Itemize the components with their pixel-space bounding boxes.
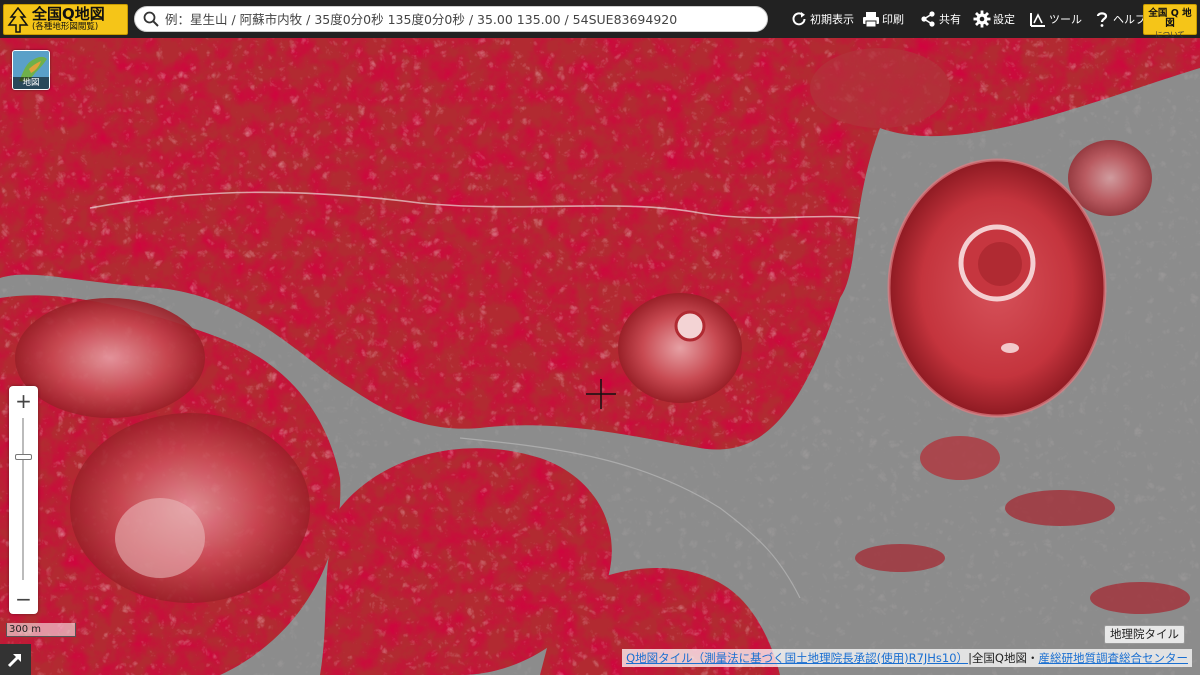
print-button[interactable]: 印刷 bbox=[862, 7, 904, 31]
tree-icon bbox=[7, 6, 29, 33]
reload-icon bbox=[792, 12, 806, 26]
attribution: Q地図タイル（測量法に基づく国土地理院長承認(使用)R7JHs10）|全国Q地図… bbox=[622, 649, 1192, 667]
about-title: 全国 Q 地図 bbox=[1148, 8, 1192, 29]
about-subtitle: について bbox=[1155, 30, 1185, 39]
toolbar: 全国Q地図 (各種地形図閲覧) 初期表示 印刷 bbox=[0, 0, 1200, 38]
attribution-separator: |全国Q地図・ bbox=[968, 651, 1039, 665]
basemap-label: 地図 bbox=[13, 77, 49, 89]
question-icon bbox=[1096, 12, 1108, 27]
about-button[interactable]: 全国 Q 地図 について bbox=[1143, 4, 1197, 38]
search-input[interactable] bbox=[165, 11, 765, 27]
map-canvas[interactable] bbox=[0, 38, 1200, 675]
logo-text: 全国Q地図 (各種地形図閲覧) bbox=[32, 7, 105, 32]
settings-button[interactable]: 設定 bbox=[973, 7, 1015, 31]
search-icon bbox=[143, 11, 159, 27]
reset-view-label: 初期表示 bbox=[810, 13, 854, 26]
zoom-in-button[interactable]: + bbox=[9, 388, 38, 414]
tile-source-label[interactable]: 地理院タイル bbox=[1104, 625, 1185, 644]
app-logo[interactable]: 全国Q地図 (各種地形図閲覧) bbox=[3, 4, 128, 35]
reset-view-button[interactable]: 初期表示 bbox=[790, 7, 854, 31]
search-box[interactable] bbox=[134, 6, 768, 32]
gear-icon bbox=[973, 10, 991, 28]
zoom-out-button[interactable]: − bbox=[9, 586, 38, 612]
share-icon bbox=[921, 11, 935, 27]
help-button[interactable]: ヘルプ bbox=[1093, 7, 1146, 31]
help-label: ヘルプ bbox=[1113, 13, 1146, 26]
tools-label: ツール bbox=[1049, 13, 1082, 26]
zoom-control: + − bbox=[9, 386, 38, 614]
logo-title: 全国Q地図 bbox=[32, 5, 105, 24]
basemap-switch-button[interactable]: 地図 bbox=[12, 50, 50, 90]
expand-button[interactable] bbox=[0, 644, 31, 675]
settings-label: 設定 bbox=[993, 13, 1015, 26]
share-button[interactable]: 共有 bbox=[919, 7, 961, 31]
relief-map-image bbox=[0, 38, 1200, 675]
attribution-link-qtile[interactable]: Q地図タイル（測量法に基づく国土地理院長承認(使用)R7JHs10） bbox=[626, 651, 968, 665]
zoom-slider-track[interactable] bbox=[22, 418, 24, 580]
zoom-slider-handle[interactable] bbox=[15, 453, 32, 460]
crosshair-icon bbox=[586, 379, 616, 409]
tools-button[interactable]: ツール bbox=[1029, 7, 1082, 31]
print-label: 印刷 bbox=[882, 13, 904, 26]
share-label: 共有 bbox=[939, 13, 961, 26]
scale-bar: 300 m bbox=[6, 623, 76, 637]
logo-subtitle: (各種地形図閲覧) bbox=[32, 22, 99, 33]
tools-icon bbox=[1030, 13, 1045, 27]
attribution-link-gsj[interactable]: 産総研地質調査総合センター bbox=[1039, 651, 1189, 665]
expand-arrow-icon bbox=[7, 653, 22, 668]
printer-icon bbox=[863, 12, 879, 28]
